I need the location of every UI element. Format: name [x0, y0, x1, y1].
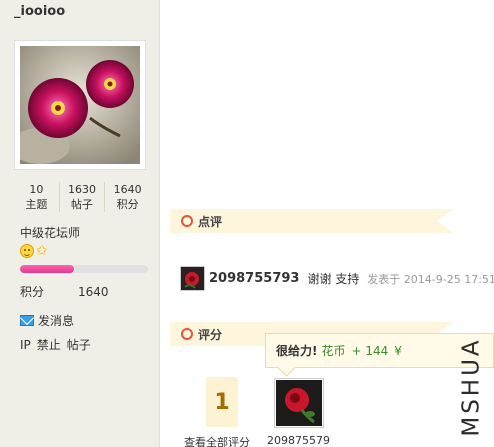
stat-label: 积分 [116, 198, 139, 211]
profile-sidebar: _iooioo 10 主题 1630 帖子 1640 积分 中级花坛师 ✩ 积分… [0, 0, 160, 447]
send-message-label: 发消息 [38, 314, 75, 328]
stat-points[interactable]: 1640 积分 [104, 182, 150, 212]
star-icon: ✩ [36, 243, 48, 259]
comment-section-header: 点评 [170, 209, 454, 233]
stat-label: 帖子 [71, 198, 93, 211]
ban-link[interactable]: 禁止 [37, 338, 61, 352]
rater-avatar[interactable] [274, 378, 324, 428]
username[interactable]: _iooioo [14, 4, 65, 19]
tooltip-reason: 很给力! [276, 344, 318, 358]
rank-icons: ✩ [20, 244, 50, 258]
comment-time: 发表于 2014-9-25 17:51 [367, 272, 494, 286]
ip-link[interactable]: IP [20, 338, 31, 352]
avatar-image [20, 46, 140, 164]
commenter-avatar-image [181, 267, 204, 290]
tooltip-currency: 花币 [321, 344, 346, 358]
posts-link[interactable]: 帖子 [67, 338, 91, 352]
rater-name[interactable]: 209875579 [267, 434, 330, 447]
ring-icon [181, 328, 193, 340]
mail-icon [20, 315, 34, 326]
rating-section-title: 评分 [198, 327, 223, 342]
comment-item: 2098755793 谢谢 支持 发表于 2014-9-25 17:51 [180, 266, 494, 291]
ring-icon [181, 215, 193, 227]
comment-text: 谢谢 支持 [307, 272, 360, 286]
profile-stats: 10 主题 1630 帖子 1640 积分 [14, 182, 150, 212]
rating-count: 1 [206, 377, 238, 427]
stat-value: 1640 [113, 183, 142, 196]
stat-value: 1630 [68, 183, 96, 196]
points-label: 积分 [20, 285, 45, 299]
commenter-name[interactable]: 2098755793 [209, 271, 299, 286]
watermark: MSHUA [454, 332, 490, 442]
tooltip-unit: ¥ [394, 343, 402, 358]
rater-avatar-image [276, 380, 322, 426]
send-message-link[interactable]: 发消息 [20, 312, 74, 329]
view-all-ratings-link[interactable]: 查看全部评分 [184, 434, 250, 447]
comment-section-title: 点评 [198, 214, 223, 229]
points-value: 1640 [78, 285, 109, 299]
stat-value: 10 [29, 183, 44, 196]
admin-actions: IP 禁止 帖子 [20, 336, 97, 353]
stat-threads[interactable]: 10 主题 [14, 182, 59, 212]
commenter-avatar[interactable] [180, 266, 205, 291]
tooltip-amount: + 144 [351, 343, 389, 358]
avatar[interactable] [14, 40, 146, 170]
stat-posts[interactable]: 1630 帖子 [58, 182, 105, 212]
stat-label: 主题 [25, 198, 48, 211]
points-row: 积分 1640 [20, 283, 109, 300]
watermark-text: MSHUA [459, 337, 485, 437]
level-progress-bar [20, 265, 148, 273]
level-progress-fill [20, 265, 74, 273]
user-rank[interactable]: 中级花坛师 [20, 224, 80, 241]
smiley-icon [20, 244, 34, 258]
